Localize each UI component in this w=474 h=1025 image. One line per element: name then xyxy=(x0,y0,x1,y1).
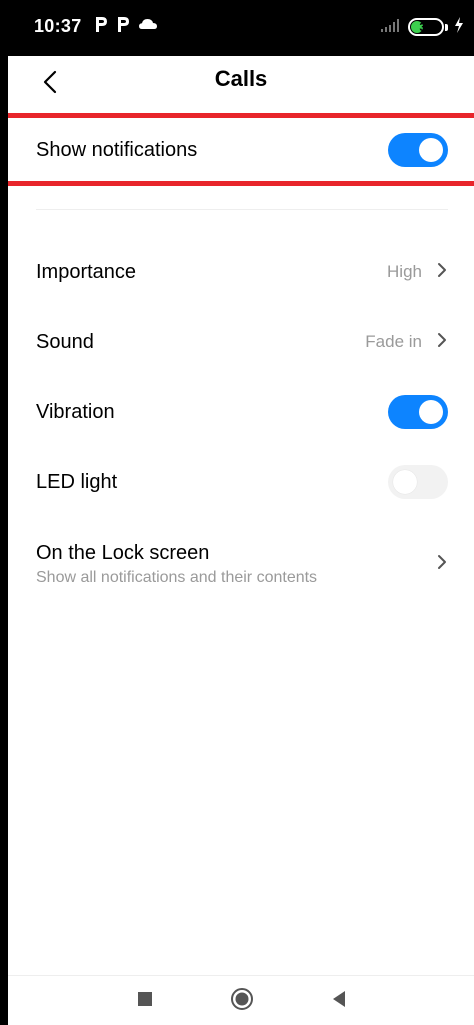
importance-right: High xyxy=(387,262,448,283)
importance-label: Importance xyxy=(36,260,137,283)
status-time: 10:37 xyxy=(34,16,82,36)
sound-label: Sound xyxy=(36,330,94,353)
cloud-icon xyxy=(138,17,158,36)
lock-screen-text: On the Lock screen Show all notification… xyxy=(36,542,317,587)
chevron-right-icon xyxy=(436,262,448,283)
section-divider xyxy=(36,209,448,210)
back-nav-button[interactable] xyxy=(324,986,354,1016)
home-button[interactable] xyxy=(227,986,257,1016)
back-triangle-icon xyxy=(331,990,347,1013)
battery-icon: 39 xyxy=(408,18,444,36)
toggle-knob xyxy=(393,470,417,494)
battery-percentage: 39 xyxy=(419,20,433,34)
highlight-line-top xyxy=(8,113,474,118)
recents-button[interactable] xyxy=(130,986,160,1016)
sound-value: Fade in xyxy=(365,332,422,351)
show-notifications-label: Show notifications xyxy=(36,138,198,161)
show-notifications-toggle[interactable] xyxy=(388,133,448,167)
recents-square-icon xyxy=(137,991,153,1012)
screen: 10:37 39 Calls Show notifications Import… xyxy=(8,0,474,1025)
vibration-label: Vibration xyxy=(36,400,115,423)
lock-screen-label: On the Lock screen xyxy=(36,541,210,564)
led-light-label: LED light xyxy=(36,470,118,493)
sound-row[interactable]: Sound Fade in xyxy=(36,322,448,362)
notification-icons xyxy=(94,14,158,38)
battery-cap xyxy=(445,23,448,31)
title-bar: Calls xyxy=(8,56,474,112)
navigation-bar xyxy=(8,975,474,1025)
signal-icon xyxy=(380,18,402,37)
lock-screen-description: Show all notifications and their content… xyxy=(36,568,318,586)
led-light-row[interactable]: LED light xyxy=(36,462,448,502)
status-bar: 10:37 39 xyxy=(8,0,474,56)
importance-value: High xyxy=(387,262,422,281)
home-circle-icon xyxy=(230,987,254,1016)
status-right: 39 xyxy=(380,14,464,40)
highlight-line-bottom xyxy=(8,181,474,186)
show-notifications-row[interactable]: Show notifications xyxy=(36,130,448,170)
page-title: Calls xyxy=(214,66,268,91)
chevron-right-icon xyxy=(436,554,448,575)
p-app-icon xyxy=(94,15,108,38)
chevron-right-icon xyxy=(436,332,448,353)
lock-screen-row[interactable]: On the Lock screen Show all notification… xyxy=(36,538,448,590)
sound-right: Fade in xyxy=(365,332,448,353)
importance-row[interactable]: Importance High xyxy=(36,252,448,292)
vibration-toggle[interactable] xyxy=(388,395,448,429)
vibration-row[interactable]: Vibration xyxy=(36,392,448,432)
charging-icon xyxy=(454,16,464,38)
led-light-toggle[interactable] xyxy=(388,465,448,499)
toggle-knob xyxy=(419,138,443,162)
p-app-icon xyxy=(116,15,130,38)
toggle-knob xyxy=(419,400,443,424)
